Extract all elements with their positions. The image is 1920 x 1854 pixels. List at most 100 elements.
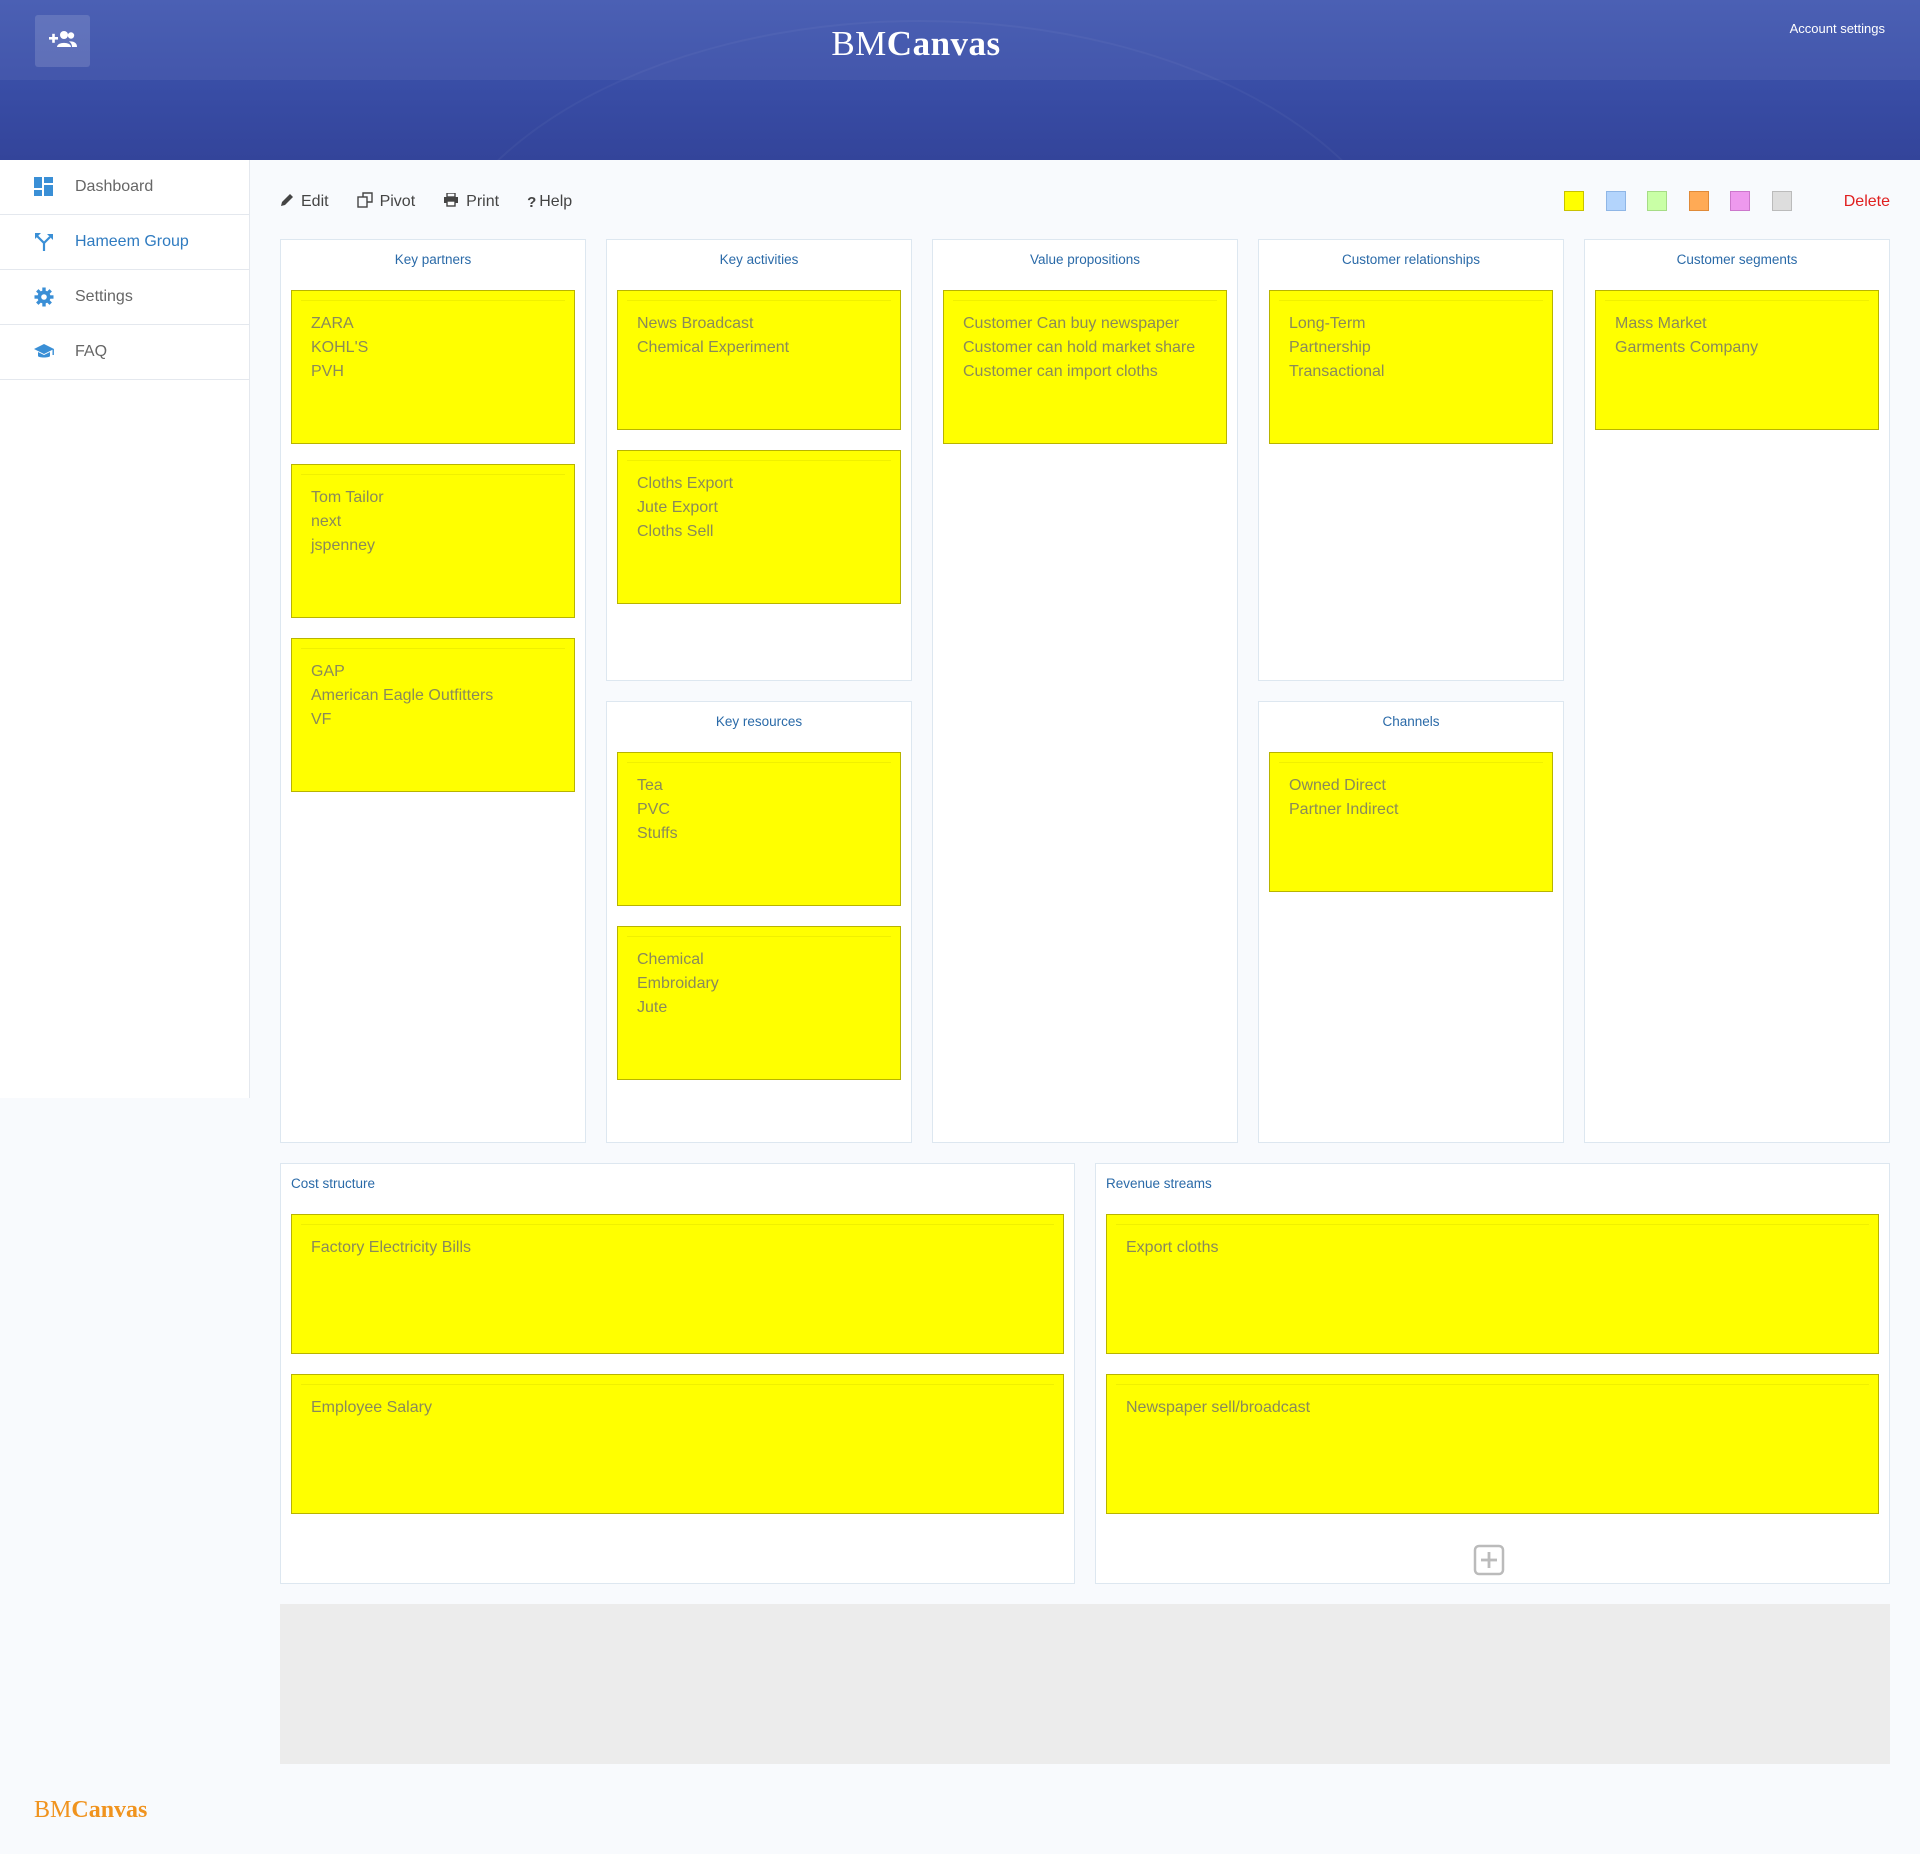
- note-line: American Eagle Outfitters: [311, 687, 494, 704]
- note-line: Cloths Sell: [637, 523, 714, 540]
- sidebar-item-hameem-group[interactable]: Hameem Group: [0, 215, 249, 270]
- gear-icon: [33, 286, 55, 308]
- note-line: Customer can hold market share: [963, 339, 1196, 356]
- sidebar-item-settings[interactable]: Settings: [0, 270, 249, 325]
- note-line: Long-Term: [1289, 315, 1366, 332]
- add-note-button[interactable]: [1473, 1544, 1505, 1576]
- note-line: Newspaper sell/broadcast: [1126, 1399, 1311, 1416]
- pivot-button[interactable]: Pivot: [356, 191, 416, 213]
- note-line: Partner Indirect: [1289, 801, 1399, 818]
- block-title: Customer relationships: [1341, 252, 1481, 267]
- block-title: Cost structure: [291, 1176, 376, 1191]
- sticky-note[interactable]: Long-Term Partnership Transactional: [1269, 290, 1553, 444]
- note-line: Tom Tailor: [311, 489, 384, 506]
- note-line: Customer can import cloths: [963, 363, 1158, 380]
- sidebar-item-label: Settings: [75, 288, 133, 305]
- note-line: Chemical: [637, 951, 704, 968]
- note-line: next: [311, 513, 342, 530]
- graduation-cap-icon: [33, 341, 55, 363]
- sticky-note[interactable]: Mass Market Garments Company: [1595, 290, 1879, 430]
- sticky-note[interactable]: Owned Direct Partner Indirect: [1269, 752, 1553, 892]
- note-line: Partnership: [1289, 339, 1371, 356]
- plus-square-icon: [1473, 1544, 1505, 1580]
- note-line: ZARA: [311, 315, 354, 332]
- block-title: Value propositions: [1029, 252, 1141, 267]
- sticky-note[interactable]: News Broadcast Chemical Experiment: [617, 290, 901, 430]
- print-button[interactable]: Print: [443, 191, 500, 212]
- sidebar-item-label: FAQ: [75, 343, 108, 360]
- sticky-note[interactable]: Newspaper sell/broadcast: [1106, 1374, 1879, 1514]
- color-swatch-yellow[interactable]: [1564, 191, 1584, 211]
- question-icon: ?: [527, 193, 537, 211]
- sticky-note[interactable]: Export cloths: [1106, 1214, 1879, 1354]
- sidebar-item-dashboard[interactable]: Dashboard: [0, 160, 249, 215]
- block-customer-segments: Customer segments Mass Market Garments C…: [1584, 239, 1890, 1143]
- note-line: Stuffs: [637, 825, 678, 842]
- block-title: Channels: [1382, 714, 1440, 729]
- color-swatch-green[interactable]: [1647, 191, 1667, 211]
- sticky-note[interactable]: Factory Electricity Bills: [291, 1214, 1064, 1354]
- account-settings-link[interactable]: Account settings: [1790, 21, 1885, 36]
- color-swatch-orange[interactable]: [1688, 191, 1709, 211]
- note-line: Employee Salary: [311, 1399, 432, 1416]
- sticky-note[interactable]: Cloths Export Jute Export Cloths Sell: [617, 450, 901, 604]
- note-line: VF: [311, 711, 332, 728]
- sticky-note[interactable]: Customer Can buy newspaper Customer can …: [943, 290, 1227, 444]
- note-line: Embroidary: [637, 975, 719, 992]
- block-customer-relationships: Customer relationships Long-Term Partner…: [1258, 239, 1564, 681]
- pivot-icon: [356, 191, 380, 213]
- block-key-partners: Key partners ZARA KOHL'S PVH Tom Tailor …: [280, 239, 586, 1143]
- block-cost-structure: Cost structure Factory Electricity Bills…: [280, 1163, 1075, 1584]
- print-label: Print: [466, 193, 500, 210]
- note-line: jspenney: [311, 537, 376, 554]
- header: BMCanvas Account settings: [0, 0, 1920, 160]
- note-line: Tea: [637, 777, 663, 794]
- sticky-note[interactable]: GAP American Eagle Outfitters VF: [291, 638, 575, 792]
- color-swatch-blue[interactable]: [1605, 191, 1626, 211]
- sidebar-item-label: Hameem Group: [75, 233, 189, 250]
- note-line: Jute Export: [637, 499, 718, 516]
- edit-button[interactable]: Edit: [280, 193, 329, 212]
- note-line: PVC: [637, 801, 670, 818]
- note-line: Chemical Experiment: [637, 339, 790, 356]
- note-line: PVH: [311, 363, 344, 380]
- block-title: Key partners: [394, 252, 472, 267]
- block-channels: Channels Owned Direct Partner Indirect: [1258, 701, 1564, 1143]
- block-title: Revenue streams: [1106, 1176, 1212, 1191]
- canvas-toolbar: Edit Pivot Print ? Help: [280, 190, 600, 214]
- note-line: Export cloths: [1126, 1239, 1219, 1256]
- sticky-note[interactable]: Employee Salary: [291, 1374, 1064, 1514]
- note-line: News Broadcast: [637, 315, 754, 332]
- block-value-propositions: Value propositions Customer Can buy news…: [932, 239, 1238, 1143]
- note-line: Owned Direct: [1289, 777, 1386, 794]
- delete-button[interactable]: Delete: [1844, 193, 1890, 211]
- note-line: Mass Market: [1615, 315, 1707, 332]
- note-line: Customer Can buy newspaper: [963, 315, 1180, 332]
- app-brand: BMCanvas: [831, 24, 1001, 63]
- color-swatch-gray[interactable]: [1771, 191, 1792, 211]
- note-line: Cloths Export: [637, 475, 734, 492]
- help-label: Help: [539, 193, 573, 210]
- color-swatches: [1564, 191, 1813, 211]
- sticky-note[interactable]: Tom Tailor next jspenney: [291, 464, 575, 618]
- block-key-activities: Key activities News Broadcast Chemical E…: [606, 239, 912, 681]
- sidebar-item-faq[interactable]: FAQ: [0, 325, 249, 380]
- pivot-label: Pivot: [379, 193, 416, 210]
- sidebar: Dashboard Hameem Group Settings FAQ: [0, 160, 250, 1098]
- branch-icon: [33, 231, 55, 253]
- block-title: Key resources: [715, 714, 803, 729]
- block-title: Customer segments: [1676, 252, 1798, 267]
- color-swatch-pink[interactable]: [1730, 191, 1750, 211]
- note-line: Garments Company: [1615, 339, 1759, 356]
- help-button[interactable]: ? Help: [527, 193, 572, 211]
- note-line: Jute: [637, 999, 668, 1016]
- dashboard-icon: [33, 176, 55, 198]
- pencil-icon: [280, 193, 301, 212]
- block-revenue-streams: Revenue streams Export cloths Newspaper …: [1095, 1163, 1890, 1584]
- sticky-note[interactable]: Tea PVC Stuffs: [617, 752, 901, 906]
- note-line: GAP: [311, 663, 345, 680]
- sticky-note[interactable]: Chemical Embroidary Jute: [617, 926, 901, 1080]
- edit-label: Edit: [301, 193, 329, 210]
- sidebar-item-label: Dashboard: [75, 178, 154, 195]
- sticky-note[interactable]: ZARA KOHL'S PVH: [291, 290, 575, 444]
